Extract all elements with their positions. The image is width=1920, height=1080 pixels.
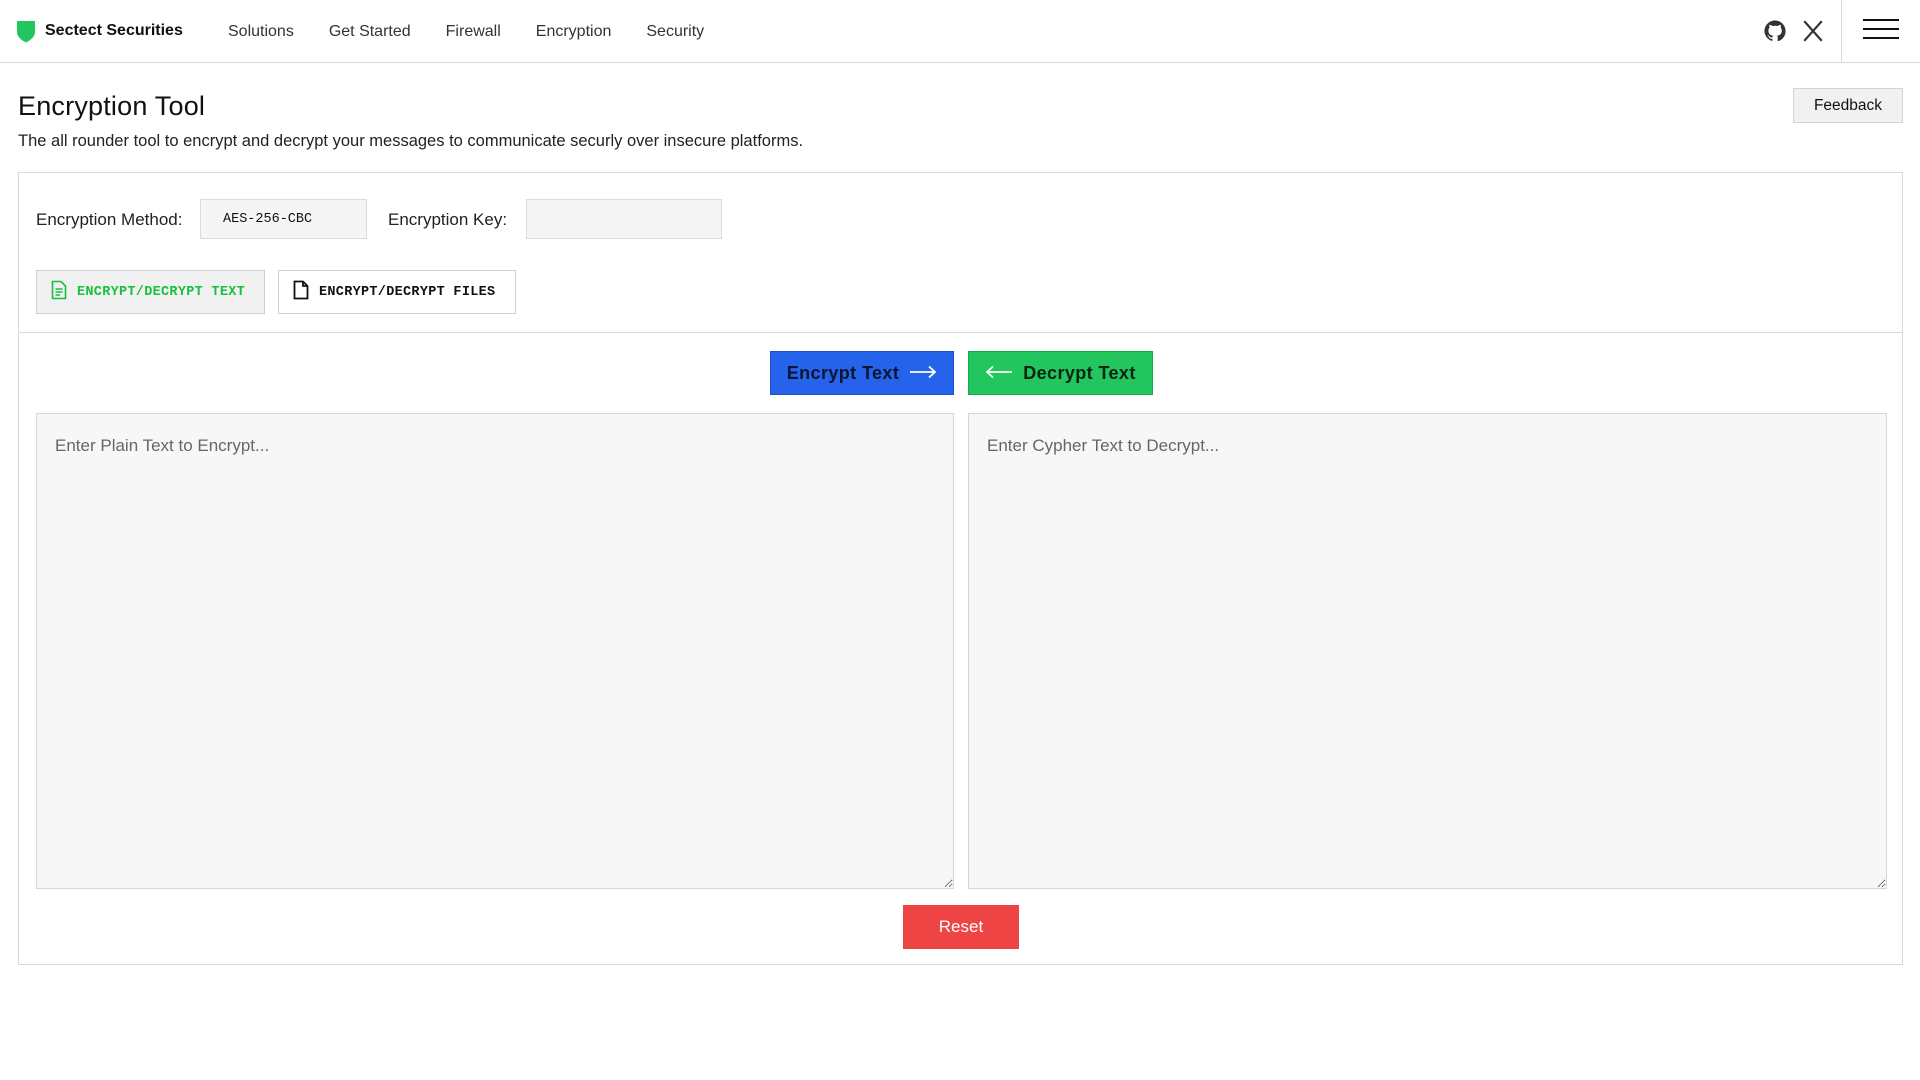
menu-button[interactable] bbox=[1841, 0, 1920, 63]
cipher-text-input[interactable] bbox=[968, 413, 1887, 889]
mode-files-label: ENCRYPT/DECRYPT FILES bbox=[319, 284, 496, 300]
brand[interactable]: Sectect Securities bbox=[16, 19, 183, 43]
social-icons bbox=[1763, 19, 1825, 43]
nav-link-firewall[interactable]: Firewall bbox=[446, 23, 501, 41]
nav-link-solutions[interactable]: Solutions bbox=[228, 23, 294, 41]
github-icon[interactable] bbox=[1763, 19, 1787, 43]
decrypt-text-button[interactable]: Decrypt Text bbox=[968, 351, 1153, 395]
encryption-key-label: Encryption Key: bbox=[388, 210, 508, 229]
nav-link-encryption[interactable]: Encryption bbox=[536, 23, 612, 41]
file-icon bbox=[293, 280, 309, 305]
action-row: Encrypt Text Decrypt Text bbox=[19, 351, 1902, 395]
encrypt-text-button[interactable]: Encrypt Text bbox=[770, 351, 954, 395]
x-twitter-icon[interactable] bbox=[1801, 19, 1825, 43]
encryption-method-label: Encryption Method: bbox=[36, 210, 183, 229]
document-text-icon bbox=[51, 280, 67, 305]
reset-button[interactable]: Reset bbox=[903, 905, 1019, 949]
shield-icon bbox=[16, 19, 36, 43]
settings-section: Encryption Method: AES-256-CBC Encryptio… bbox=[19, 173, 1902, 333]
page-title: Encryption Tool bbox=[18, 91, 206, 121]
plain-text-input[interactable] bbox=[36, 413, 954, 889]
nav-link-get-started[interactable]: Get Started bbox=[329, 23, 411, 41]
encryption-panel: Encryption Method: AES-256-CBC Encryptio… bbox=[18, 172, 1903, 965]
encryption-method-value: AES-256-CBC bbox=[223, 211, 313, 227]
menu-icon bbox=[1863, 18, 1899, 45]
encryption-method-select[interactable]: AES-256-CBC bbox=[200, 199, 367, 239]
mode-text-label: ENCRYPT/DECRYPT TEXT bbox=[77, 284, 246, 300]
page-subtitle: The all rounder tool to encrypt and decr… bbox=[18, 132, 804, 150]
decrypt-text-label: Decrypt Text bbox=[1023, 362, 1136, 383]
mode-files-button[interactable]: ENCRYPT/DECRYPT FILES bbox=[278, 270, 516, 314]
mode-text-button[interactable]: ENCRYPT/DECRYPT TEXT bbox=[36, 270, 265, 314]
arrow-left-icon bbox=[985, 363, 1013, 384]
encrypt-text-label: Encrypt Text bbox=[786, 362, 900, 383]
nav-link-security[interactable]: Security bbox=[646, 23, 704, 41]
encryption-key-input[interactable] bbox=[526, 199, 722, 239]
brand-name: Sectect Securities bbox=[45, 22, 183, 39]
top-navbar: Sectect Securities Solutions Get Started… bbox=[0, 0, 1920, 63]
nav-links: Solutions Get Started Firewall Encryptio… bbox=[228, 0, 704, 63]
feedback-button[interactable]: Feedback bbox=[1793, 88, 1903, 123]
arrow-right-icon bbox=[909, 363, 937, 384]
